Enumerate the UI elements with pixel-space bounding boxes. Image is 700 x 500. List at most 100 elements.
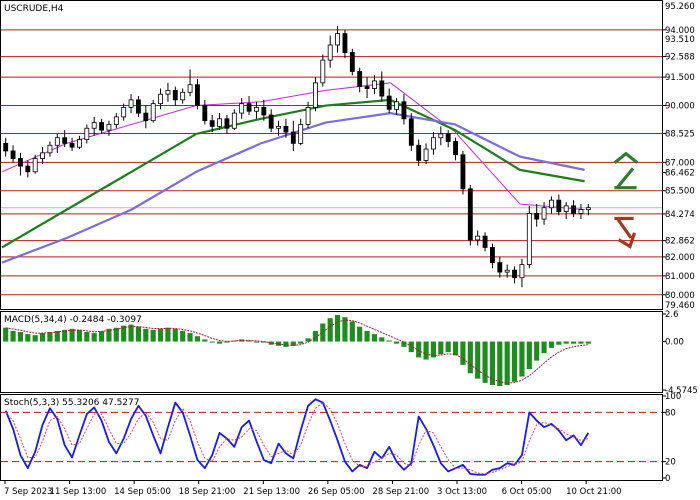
candle-body xyxy=(327,44,333,61)
stoch-axis-label: 20 xyxy=(665,458,676,468)
candle-body xyxy=(512,269,517,279)
candle-body xyxy=(121,107,127,118)
macd-bar xyxy=(10,330,16,342)
candle-body xyxy=(10,150,16,159)
time-axis-label: 7 Sep 2023 xyxy=(4,487,52,497)
candle-body xyxy=(379,80,385,97)
time-axis-label: 18 Sep 21:00 xyxy=(179,487,236,497)
candle-body xyxy=(460,154,466,190)
candle xyxy=(408,113,414,151)
macd-bar xyxy=(438,341,444,355)
candle-body xyxy=(445,133,451,142)
candle-body xyxy=(254,107,259,112)
candle-body xyxy=(438,133,444,139)
candle-body xyxy=(172,90,178,101)
candle-body xyxy=(69,142,75,148)
macd-bar xyxy=(445,341,451,353)
macd-bar xyxy=(143,328,149,342)
price-level-label: 82.000 xyxy=(665,253,695,263)
candle-body xyxy=(526,213,532,265)
price-level-label: 80.000 xyxy=(665,291,695,301)
macd-bar xyxy=(364,330,370,342)
macd-title: MACD(5,34,4) -0.2484 -0.3097 xyxy=(4,315,142,325)
candle-body xyxy=(342,33,348,53)
candle-body xyxy=(18,158,23,167)
macd-bar xyxy=(216,341,223,344)
candle-body xyxy=(276,125,281,129)
candle-body xyxy=(290,131,296,144)
macd-bar xyxy=(556,341,562,345)
price-chart-title: USCRUDE,H4 xyxy=(4,4,64,14)
macd-bar xyxy=(135,326,142,342)
macd-bar xyxy=(541,341,547,354)
macd-bar xyxy=(497,341,503,387)
candle-body xyxy=(482,235,488,248)
macd-bar xyxy=(320,323,326,342)
stoch-axis-label: 100 xyxy=(665,392,681,402)
macd-bar xyxy=(187,333,193,342)
candle-body xyxy=(268,114,274,129)
macd-bar xyxy=(393,341,400,344)
candle xyxy=(349,48,355,76)
candle-body xyxy=(195,84,200,106)
macd-bar xyxy=(47,332,53,342)
candle-body xyxy=(357,71,363,88)
candle-body xyxy=(54,137,60,146)
macd-bar xyxy=(585,341,591,344)
macd-bar xyxy=(386,340,392,342)
candle-body xyxy=(431,137,436,150)
macd-bar xyxy=(334,315,341,342)
macd-bar xyxy=(283,341,289,347)
candle xyxy=(526,205,532,269)
candle-body xyxy=(408,118,414,146)
macd-axis-label: 0.00 xyxy=(665,338,684,348)
price-axis-tick-label: 93.510 xyxy=(665,35,695,45)
macd-bar xyxy=(349,321,355,342)
time-axis-label: 3 Oct 13:00 xyxy=(437,487,487,497)
macd-bar xyxy=(519,341,525,377)
stoch-title: Stoch(5,3,3) 55.3206 47.5277 xyxy=(4,398,139,408)
price-level-label: 84.274 xyxy=(665,210,695,220)
price-level-label: 81.000 xyxy=(665,272,695,282)
stoch-axis-label: 80 xyxy=(665,408,676,418)
macd-bar xyxy=(84,332,90,342)
price-level-label: 92.588 xyxy=(665,53,695,63)
macd-bar xyxy=(54,330,60,342)
candle-body xyxy=(453,141,458,156)
candle-body xyxy=(401,101,407,120)
candle-body xyxy=(246,103,252,112)
macd-bar xyxy=(69,328,75,342)
candle-body xyxy=(549,199,554,209)
macd-bar xyxy=(511,341,518,382)
macd-bar xyxy=(578,341,584,344)
macd-bar xyxy=(253,341,260,343)
chart-canvas: 94.00092.58891.50090.00088.52587.00086.4… xyxy=(0,0,698,497)
candle-body xyxy=(113,116,119,125)
macd-bar xyxy=(25,334,31,342)
price-level-label: 90.000 xyxy=(665,102,695,112)
candle-body xyxy=(313,82,318,108)
price-axis: 94.00092.58891.50090.00088.52587.00086.4… xyxy=(662,2,695,311)
candle-body xyxy=(349,52,355,72)
candle-body xyxy=(386,95,392,110)
candle-body xyxy=(25,165,31,173)
macd-bar xyxy=(475,341,481,379)
macd-bar xyxy=(298,341,304,344)
candle-body xyxy=(158,93,163,105)
macd-bar xyxy=(194,336,201,342)
price-level-label: 82.862 xyxy=(665,237,695,247)
candle-body xyxy=(231,112,237,129)
macd-bar xyxy=(452,341,459,356)
price-axis-tick-label: 95.260 xyxy=(665,2,695,12)
price-level-label: 91.500 xyxy=(665,73,695,83)
candle-body xyxy=(239,103,245,114)
macd-axis-label: 2.6 xyxy=(665,310,679,320)
candle-body xyxy=(335,33,340,46)
macd-bar xyxy=(209,341,215,343)
macd-bar xyxy=(202,339,208,342)
candle-body xyxy=(91,122,97,129)
macd-bar xyxy=(534,341,540,361)
candle-body xyxy=(217,118,222,127)
price-level-label: 86.462 xyxy=(665,168,695,178)
macd-bar xyxy=(312,330,319,342)
